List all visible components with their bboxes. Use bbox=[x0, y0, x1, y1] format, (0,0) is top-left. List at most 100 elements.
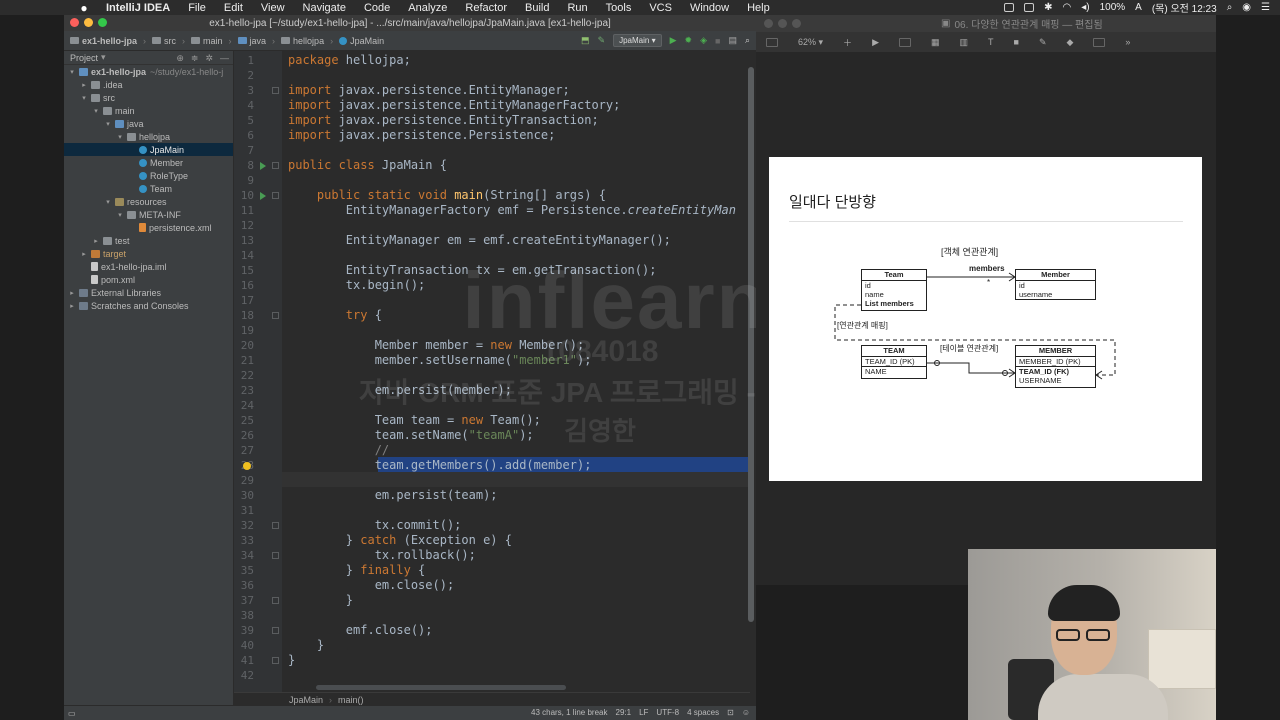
tree-item-ex1-hello-jpa-iml[interactable]: ex1-hello-jpa.iml bbox=[64, 260, 233, 273]
more-icon[interactable]: » bbox=[1125, 37, 1130, 47]
line-number[interactable]: 19 bbox=[234, 323, 254, 338]
line-number[interactable]: 2 bbox=[234, 68, 254, 83]
play-icon[interactable]: ▶ bbox=[872, 37, 879, 48]
line-number[interactable]: 33 bbox=[234, 533, 254, 548]
menu-vcs[interactable]: VCS bbox=[649, 2, 672, 14]
line-number[interactable]: 11 bbox=[234, 203, 254, 218]
line-number[interactable]: 23 bbox=[234, 383, 254, 398]
chevron-down-icon[interactable]: ▾ bbox=[92, 107, 100, 115]
menu-tools[interactable]: Tools bbox=[606, 2, 632, 14]
status-indent[interactable]: 4 spaces bbox=[687, 708, 719, 717]
line-number[interactable]: 38 bbox=[234, 608, 254, 623]
breadcrumb-main[interactable]: main › bbox=[191, 36, 232, 46]
line-number[interactable]: 15 bbox=[234, 263, 254, 278]
clock[interactable]: (목) 오전 12:23 bbox=[1152, 0, 1217, 15]
line-number[interactable]: 16 bbox=[234, 278, 254, 293]
text-icon[interactable]: T bbox=[988, 37, 994, 47]
tree-item-jpamain[interactable]: JpaMain bbox=[64, 143, 233, 156]
line-number[interactable]: 31 bbox=[234, 503, 254, 518]
line-number[interactable]: 12 bbox=[234, 218, 254, 233]
document-icon[interactable] bbox=[1093, 37, 1106, 47]
line-number[interactable]: 30 bbox=[234, 488, 254, 503]
tree-item-meta-inf[interactable]: ▾ META-INF bbox=[64, 208, 233, 221]
chevron-right-icon[interactable]: ▸ bbox=[92, 237, 100, 245]
format-icon[interactable]: ✎ bbox=[1039, 37, 1047, 48]
menu-file[interactable]: File bbox=[188, 2, 206, 14]
menu-window[interactable]: Window bbox=[690, 2, 729, 14]
line-number[interactable]: 10 bbox=[234, 188, 254, 203]
table-icon[interactable]: ▦ bbox=[931, 37, 940, 48]
code-editor[interactable]: package hellojpa; import javax.persistenc… bbox=[282, 51, 750, 694]
fold-icon[interactable] bbox=[272, 597, 279, 604]
run-method-icon[interactable] bbox=[260, 192, 266, 200]
project-panel-title[interactable]: Project bbox=[70, 53, 98, 63]
run-class-icon[interactable] bbox=[260, 162, 266, 170]
gear-icon[interactable]: ✲ bbox=[205, 53, 213, 64]
line-number[interactable]: 29 bbox=[234, 473, 254, 488]
wifi-icon[interactable]: ◠ bbox=[1063, 2, 1072, 13]
debug-icon[interactable]: ✹ bbox=[685, 35, 693, 46]
line-number[interactable]: 37 bbox=[234, 593, 254, 608]
keynote-minimize-button[interactable] bbox=[778, 19, 787, 28]
toggle-tool-windows-icon[interactable]: ▭ bbox=[68, 709, 76, 718]
line-number[interactable]: 39 bbox=[234, 623, 254, 638]
tree-item-member[interactable]: Member bbox=[64, 156, 233, 169]
tree-item-java[interactable]: ▾ java bbox=[64, 117, 233, 130]
menu-analyze[interactable]: Analyze bbox=[408, 2, 447, 14]
line-number[interactable]: 7 bbox=[234, 143, 254, 158]
line-number[interactable]: 26 bbox=[234, 428, 254, 443]
keynote-zoom-button[interactable] bbox=[792, 19, 801, 28]
chevron-down-icon[interactable]: ▾ bbox=[68, 68, 76, 76]
zoom-select[interactable]: 62% ▾ bbox=[798, 37, 823, 48]
menu-help[interactable]: Help bbox=[747, 2, 770, 14]
view-icon[interactable] bbox=[766, 37, 778, 47]
breadcrumb-method[interactable]: main() bbox=[338, 695, 364, 705]
line-number[interactable]: 6 bbox=[234, 128, 254, 143]
line-number[interactable]: 32 bbox=[234, 518, 254, 533]
line-number[interactable]: 13 bbox=[234, 233, 254, 248]
animate-icon[interactable]: ◆ bbox=[1067, 37, 1074, 48]
tree-item-src[interactable]: ▾ src bbox=[64, 91, 233, 104]
line-number[interactable]: 42 bbox=[234, 668, 254, 683]
spotlight-icon[interactable]: ⌕ bbox=[1227, 2, 1233, 13]
line-number[interactable]: 27 bbox=[234, 443, 254, 458]
menu-app-name[interactable]: IntelliJ IDEA bbox=[106, 2, 170, 14]
chevron-down-icon[interactable]: ▾ bbox=[116, 133, 124, 141]
line-number[interactable]: 17 bbox=[234, 293, 254, 308]
shape-icon[interactable]: ■ bbox=[1014, 37, 1019, 47]
menu-navigate[interactable]: Navigate bbox=[303, 2, 346, 14]
tree-item-external-libraries[interactable]: ▸ External Libraries bbox=[64, 286, 233, 299]
breadcrumb-class[interactable]: JpaMain bbox=[289, 695, 323, 705]
line-number[interactable]: 4 bbox=[234, 98, 254, 113]
breadcrumb-java[interactable]: java › bbox=[237, 36, 275, 46]
tree-item-main[interactable]: ▾ main bbox=[64, 104, 233, 117]
tree-item-scratches-and-consoles[interactable]: ▸ Scratches and Consoles bbox=[64, 299, 233, 312]
line-number[interactable]: 24 bbox=[234, 398, 254, 413]
status-position[interactable]: 29:1 bbox=[616, 708, 632, 717]
breadcrumb-jpamain[interactable]: JpaMain bbox=[339, 36, 384, 46]
locate-icon[interactable]: ⊕ bbox=[176, 53, 184, 64]
slide-canvas[interactable]: 일대다 단방향 [객체 연관관계] Team id name List memb… bbox=[769, 157, 1202, 481]
tree-item-resources[interactable]: ▾ resources bbox=[64, 195, 233, 208]
vertical-scrollbar[interactable] bbox=[748, 67, 754, 622]
run-config-select[interactable]: JpaMain ▾ bbox=[613, 34, 662, 47]
tree-item-pom-xml[interactable]: pom.xml bbox=[64, 273, 233, 286]
hammer-icon[interactable]: ✎ bbox=[598, 35, 606, 46]
search-everywhere-icon[interactable]: ⌕ bbox=[745, 35, 750, 46]
coverage-icon[interactable]: ◈ bbox=[700, 35, 707, 46]
chevron-down-icon[interactable]: ▾ bbox=[104, 120, 112, 128]
chevron-right-icon[interactable]: ▸ bbox=[68, 289, 76, 297]
chevron-down-icon[interactable]: ▾ bbox=[101, 52, 106, 63]
minimize-window-button[interactable] bbox=[84, 18, 93, 27]
chevron-right-icon[interactable]: ▸ bbox=[80, 81, 88, 89]
line-number[interactable]: 18 bbox=[234, 308, 254, 323]
fold-icon[interactable] bbox=[272, 627, 279, 634]
line-number[interactable]: 35 bbox=[234, 563, 254, 578]
line-number[interactable]: 22 bbox=[234, 368, 254, 383]
run-icon[interactable]: ▶ bbox=[670, 35, 677, 46]
tree-item-test[interactable]: ▸ test bbox=[64, 234, 233, 247]
tray-display-icon[interactable] bbox=[1024, 3, 1035, 12]
line-number[interactable]: 36 bbox=[234, 578, 254, 593]
collapse-all-icon[interactable]: ≑ bbox=[191, 53, 199, 64]
breadcrumb-hellojpa[interactable]: hellojpa › bbox=[281, 36, 333, 46]
